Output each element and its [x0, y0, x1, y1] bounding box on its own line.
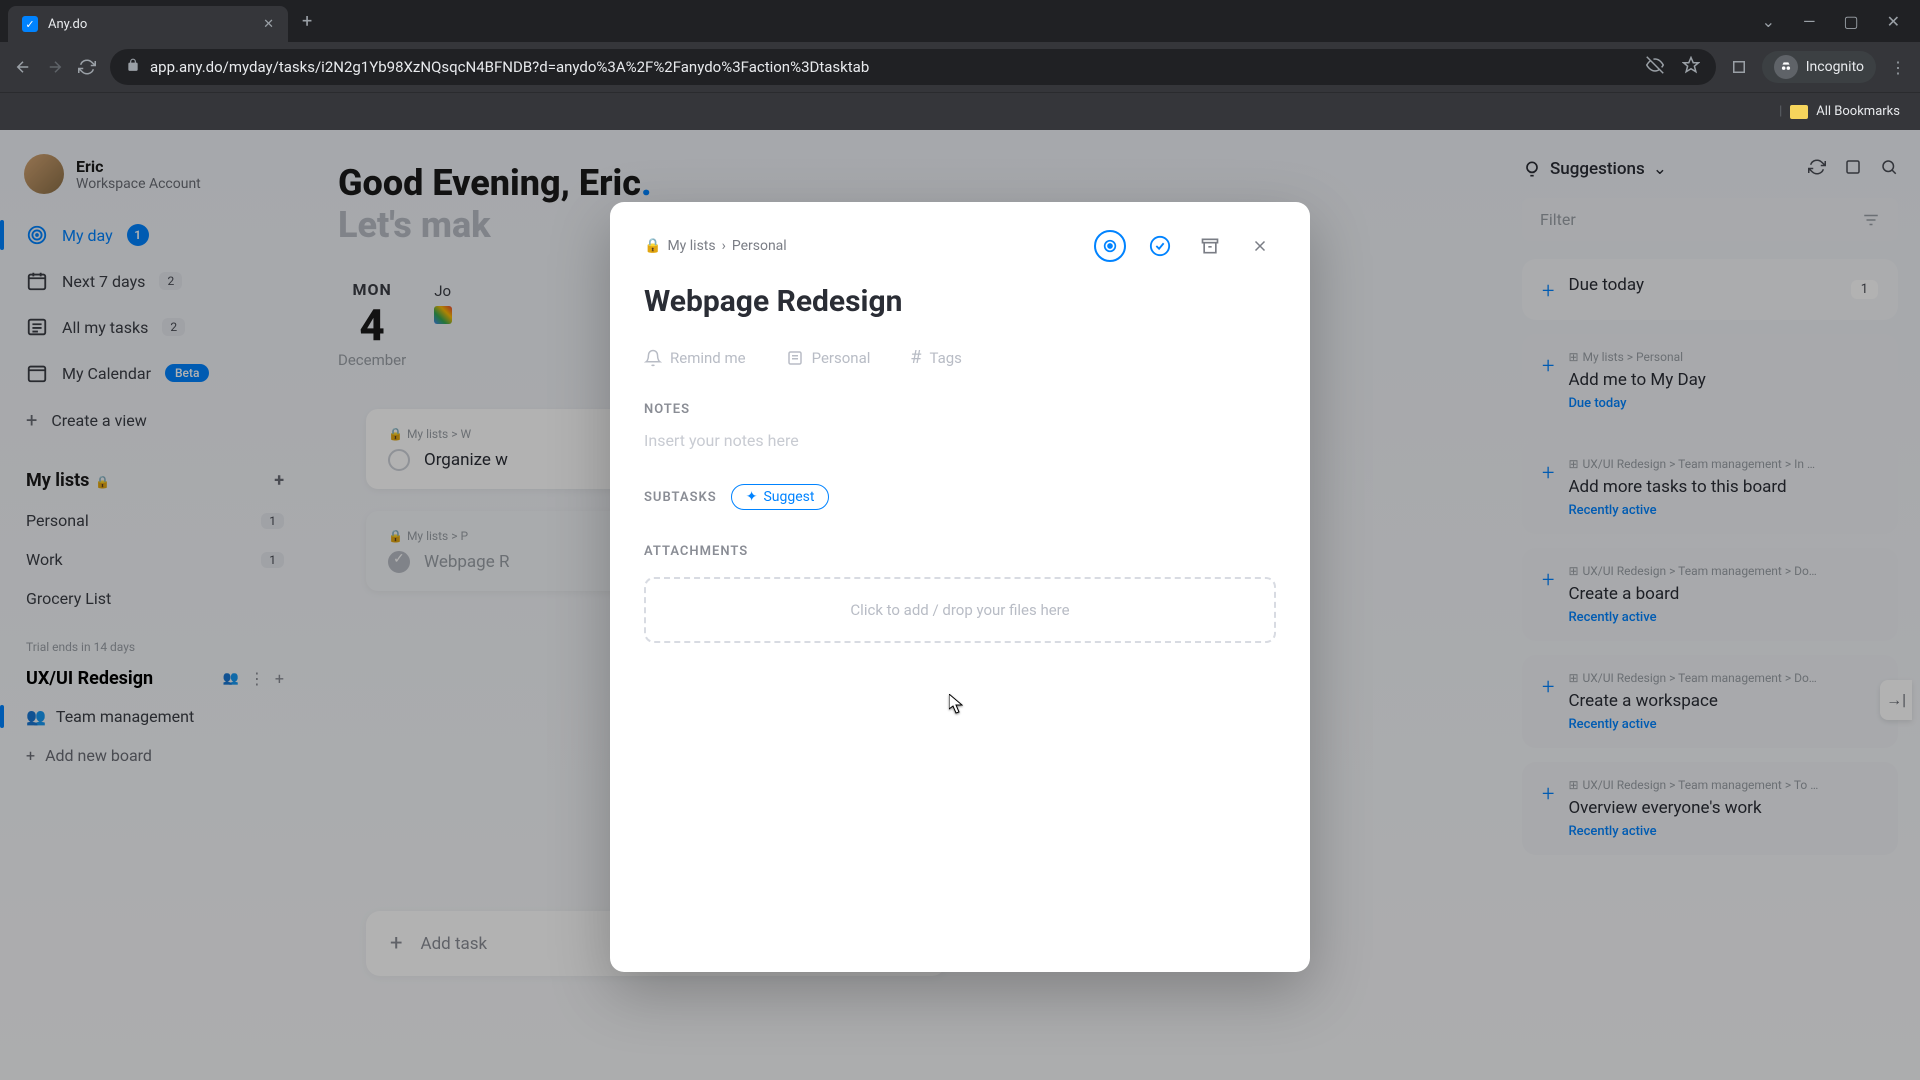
window-controls: ⌄ ― ▢ ✕	[1762, 12, 1912, 31]
bookmarks-bar: | All Bookmarks	[0, 92, 1920, 130]
eye-off-icon[interactable]	[1646, 56, 1664, 78]
browser-tab[interactable]: ✓ Any.do ✕	[8, 6, 288, 42]
browser-tab-bar: ✓ Any.do ✕ + ⌄ ― ▢ ✕	[0, 0, 1920, 42]
chevron-down-icon[interactable]: ⌄	[1762, 12, 1775, 31]
extensions-icon[interactable]	[1730, 58, 1748, 76]
back-button[interactable]	[14, 58, 32, 76]
folder-icon	[1790, 105, 1808, 119]
list-icon	[786, 349, 804, 367]
attachment-dropzone[interactable]: Click to add / drop your files here	[644, 577, 1276, 643]
list-chip[interactable]: Personal	[786, 347, 871, 368]
task-detail-modal: 🔒 My lists › Personal Webpage Redesign R…	[610, 202, 1310, 972]
incognito-badge[interactable]: Incognito	[1762, 51, 1876, 83]
close-window-icon[interactable]: ✕	[1887, 12, 1900, 31]
hash-icon: #	[910, 347, 921, 368]
attachments-label: ATTACHMENTS	[644, 544, 1276, 559]
menu-icon[interactable]: ⋮	[1890, 58, 1906, 77]
notes-input[interactable]: Insert your notes here	[644, 431, 1276, 450]
close-icon[interactable]	[1244, 230, 1276, 262]
maximize-icon[interactable]: ▢	[1843, 12, 1858, 31]
lock-icon: 🔒	[644, 238, 661, 254]
complete-icon[interactable]	[1144, 230, 1176, 262]
incognito-icon	[1774, 55, 1798, 79]
suggest-button[interactable]: ✦ Suggest	[731, 484, 830, 510]
focus-icon[interactable]	[1094, 230, 1126, 262]
subtasks-label: SUBTASKS	[644, 490, 717, 505]
close-tab-icon[interactable]: ✕	[263, 17, 274, 32]
reload-button[interactable]	[78, 58, 96, 76]
modal-breadcrumb[interactable]: 🔒 My lists › Personal	[644, 238, 787, 254]
bell-icon	[644, 349, 662, 367]
modal-overlay[interactable]: 🔒 My lists › Personal Webpage Redesign R…	[0, 130, 1920, 1080]
all-bookmarks-link[interactable]: All Bookmarks	[1816, 104, 1900, 119]
tab-title: Any.do	[48, 17, 87, 32]
tags-chip[interactable]: # Tags	[910, 347, 962, 368]
forward-button[interactable]	[46, 58, 64, 76]
browser-toolbar: app.any.do/myday/tasks/i2N2g1Yb98XzNQsqc…	[0, 42, 1920, 92]
url-text: app.any.do/myday/tasks/i2N2g1Yb98XzNQsqc…	[150, 58, 869, 76]
task-title-input[interactable]: Webpage Redesign	[644, 284, 1276, 319]
archive-icon[interactable]	[1194, 230, 1226, 262]
notes-label: NOTES	[644, 402, 1276, 417]
remind-me-chip[interactable]: Remind me	[644, 347, 746, 368]
new-tab-button[interactable]: +	[288, 11, 326, 32]
minimize-icon[interactable]: ―	[1803, 12, 1816, 31]
sparkle-icon: ✦	[746, 489, 758, 505]
star-icon[interactable]	[1682, 56, 1700, 78]
url-bar[interactable]: app.any.do/myday/tasks/i2N2g1Yb98XzNQsqc…	[110, 49, 1716, 85]
lock-icon	[126, 58, 140, 76]
site-favicon: ✓	[22, 16, 38, 32]
